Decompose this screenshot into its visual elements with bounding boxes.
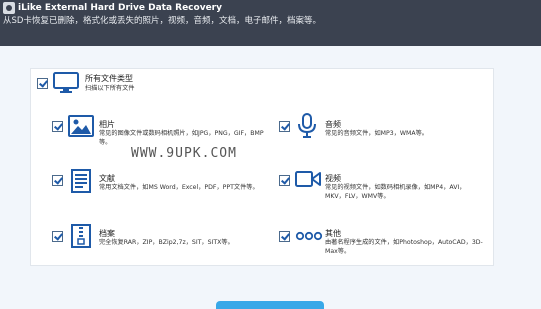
file-type-panel: 所有文件类型 扫描以下所有文件 相片 常见的图像文件或数码相机照片，如JPG，P…: [30, 68, 494, 266]
other-checkbox[interactable]: [279, 231, 290, 242]
scan-button[interactable]: [216, 301, 324, 309]
archive-icon: [71, 224, 91, 248]
more-icon: [295, 231, 323, 241]
document-icon: [71, 169, 91, 193]
app-subtitle: 从SD卡恢复已删除，格式化或丢失的照片，视频，音频，文档，电子邮件，档案等。: [3, 16, 321, 26]
watermark-text: WWW.9UPK.COM: [131, 146, 237, 161]
documents-desc: 常用文档文件，如MS Word，Excel，PDF，PPT文件等。: [99, 184, 259, 191]
app-title: iLike External Hard Drive Data Recovery: [18, 3, 222, 13]
audio-checkbox[interactable]: [279, 121, 290, 132]
photos-checkbox[interactable]: [52, 121, 63, 132]
video-camera-icon: [295, 171, 321, 187]
monitor-icon: [53, 72, 79, 93]
app-window: iLike External Hard Drive Data Recovery …: [0, 0, 541, 309]
image-icon: [68, 115, 94, 137]
title-bar: iLike External Hard Drive Data Recovery …: [0, 0, 541, 46]
photos-desc: 常见的图像文件或数码相机照片，如JPG，PNG，GIF，BMP等。: [99, 130, 264, 146]
video-checkbox[interactable]: [279, 175, 290, 186]
video-desc: 常见的视频文件，如数码相机录像，如MP4，AVI，MKV，FLV，WMV等。: [325, 184, 466, 200]
all-types-title: 所有文件类型: [85, 74, 133, 83]
audio-desc: 常见的音频文件，如MP3，WMA等。: [325, 130, 428, 137]
microphone-icon: [298, 113, 316, 138]
app-logo-icon: [3, 2, 15, 14]
archives-checkbox[interactable]: [52, 231, 63, 242]
all-types-checkbox[interactable]: [37, 78, 48, 89]
archives-desc: 完全恢复RAR，ZIP，BZip2,7z，SIT，SITX等。: [99, 239, 234, 246]
other-desc: 由著名程序生成的文件，如Photoshop，AutoCAD，3D-Max等。: [325, 239, 483, 255]
documents-checkbox[interactable]: [52, 175, 63, 186]
all-types-desc: 扫描以下所有文件: [85, 85, 135, 92]
